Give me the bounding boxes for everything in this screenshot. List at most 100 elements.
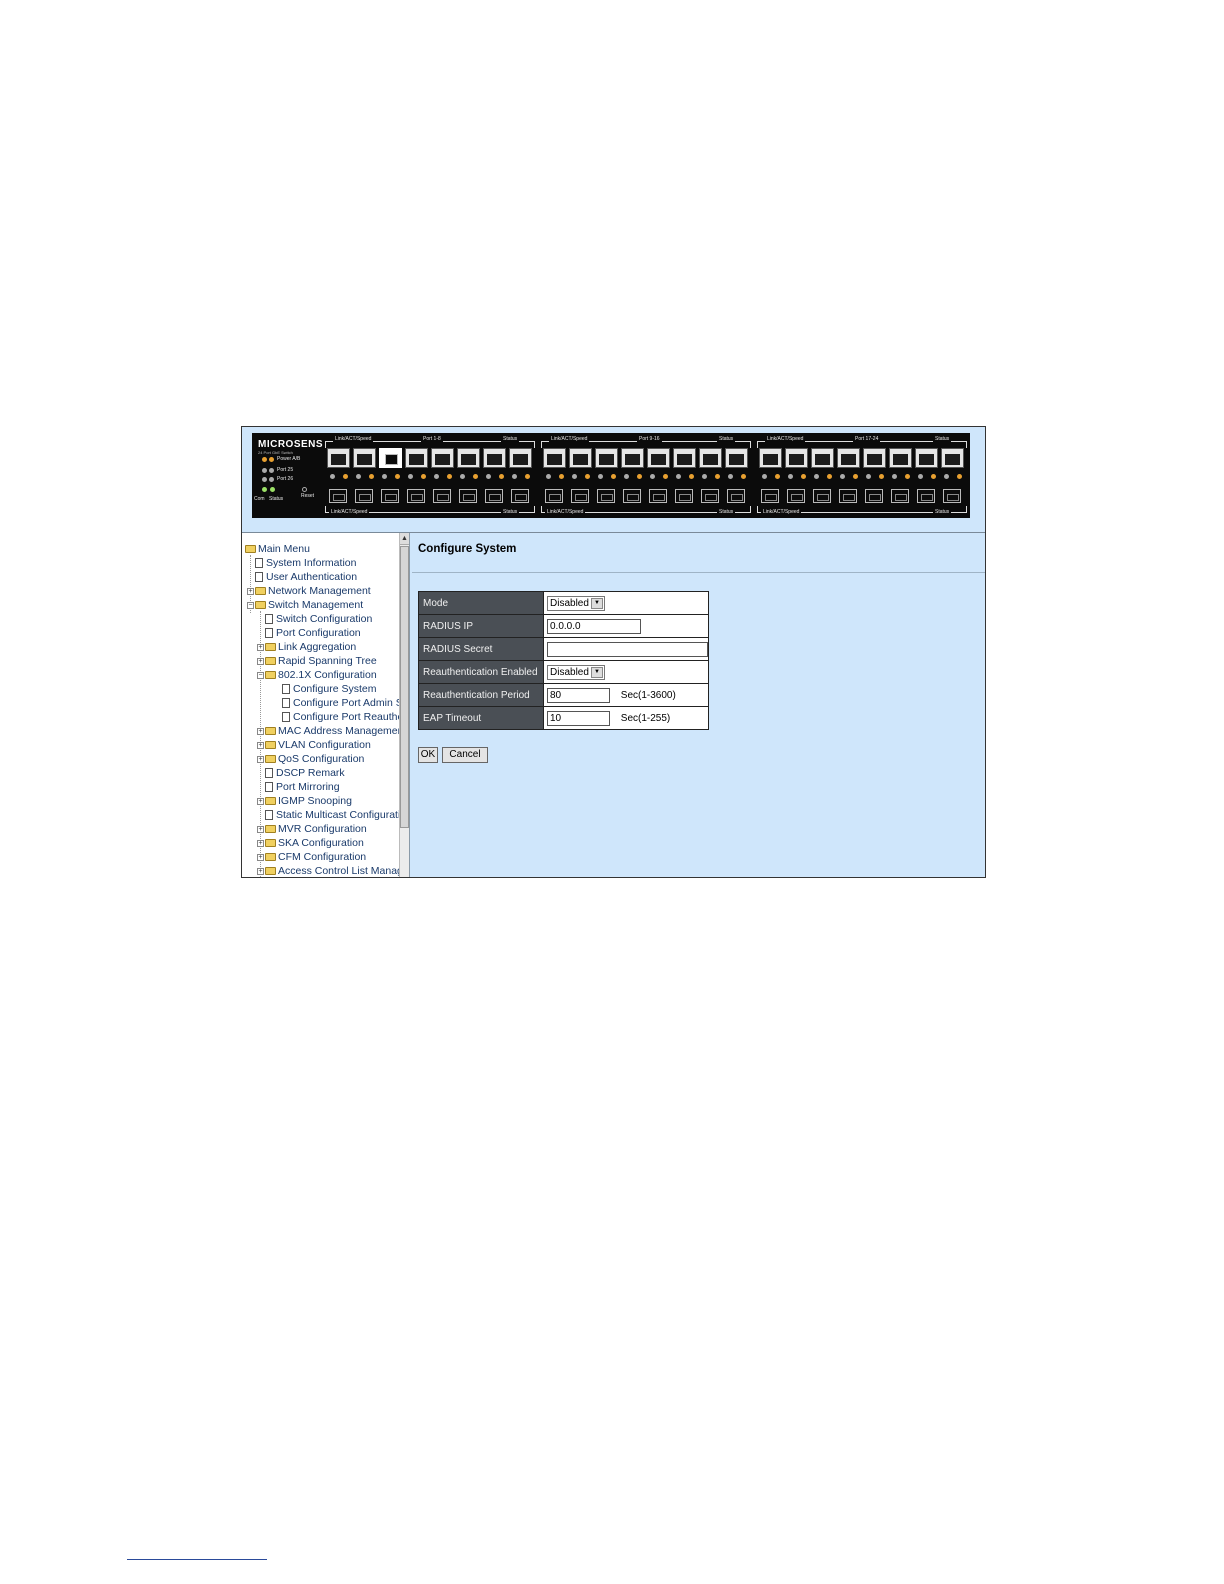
rj45-port[interactable] [725, 448, 748, 468]
sfp-port[interactable] [917, 489, 935, 503]
expand-icon[interactable]: + [257, 643, 264, 651]
sfp-port[interactable] [623, 489, 641, 503]
sidebar-item-system-information[interactable]: System Information [247, 556, 399, 570]
sidebar-item-network-management[interactable]: + Network Management [247, 584, 399, 598]
sfp-port[interactable] [813, 489, 831, 503]
reauth-period-input[interactable]: 80 [547, 687, 610, 703]
collapse-icon[interactable]: − [257, 671, 264, 679]
expand-icon[interactable]: + [257, 727, 264, 735]
collapse-icon[interactable]: − [247, 601, 254, 609]
radius-secret-input[interactable] [547, 641, 708, 657]
sidebar-item-static-multicast-configuratio[interactable]: Static Multicast Configuratio [257, 808, 399, 822]
reset-button[interactable] [302, 487, 307, 492]
port-led [559, 474, 564, 479]
sfp-port[interactable] [485, 489, 503, 503]
sidebar-item-configure-port-admin-sta[interactable]: Configure Port Admin Sta [274, 696, 399, 710]
sidebar-item-main-menu[interactable]: Main Menu [245, 542, 399, 556]
rj45-port[interactable] [673, 448, 696, 468]
expand-icon[interactable]: + [257, 825, 264, 833]
eap-timeout-input[interactable]: 10 [547, 710, 610, 726]
rj45-port[interactable] [889, 448, 912, 468]
sidebar-item-802-1x-configuration[interactable]: − 802.1X Configuration [257, 668, 399, 682]
rj45-port[interactable] [595, 448, 618, 468]
sidebar-item-user-authentication[interactable]: User Authentication [247, 570, 399, 584]
sfp-port[interactable] [381, 489, 399, 503]
rj45-port[interactable] [811, 448, 834, 468]
sidebar-item-switch-configuration[interactable]: Switch Configuration [257, 612, 399, 626]
rj45-port[interactable] [941, 448, 964, 468]
rj45-port[interactable] [483, 448, 506, 468]
rj45-port[interactable] [543, 448, 566, 468]
footnote-separator [127, 1559, 267, 1560]
rj45-port[interactable] [569, 448, 592, 468]
sidebar-item-configure-system[interactable]: Configure System [274, 682, 399, 696]
sidebar-item-dscp-remark[interactable]: DSCP Remark [257, 766, 399, 780]
sidebar-item-port-mirroring[interactable]: Port Mirroring [257, 780, 399, 794]
sfp-port[interactable] [433, 489, 451, 503]
sidebar-item-igmp-snooping[interactable]: + IGMP Snooping [257, 794, 399, 808]
sidebar-scrollbar[interactable]: ▲ [399, 533, 409, 877]
folder-icon [265, 755, 276, 764]
sfp-port[interactable] [943, 489, 961, 503]
sfp-port[interactable] [545, 489, 563, 503]
expand-icon[interactable]: + [257, 755, 264, 763]
sidebar-item-mvr-configuration[interactable]: + MVR Configuration [257, 822, 399, 836]
sfp-port[interactable] [701, 489, 719, 503]
rj45-port[interactable] [327, 448, 350, 468]
sidebar-item-configure-port-reauthent[interactable]: Configure Port Reauthent [274, 710, 399, 724]
sfp-port[interactable] [649, 489, 667, 503]
sfp-port[interactable] [675, 489, 693, 503]
sidebar-item-rapid-spanning-tree[interactable]: + Rapid Spanning Tree [257, 654, 399, 668]
rj45-port[interactable] [699, 448, 722, 468]
scroll-up-arrow-icon[interactable]: ▲ [400, 533, 409, 545]
rj45-port[interactable] [509, 448, 532, 468]
radius-ip-input[interactable]: 0.0.0.0 [547, 618, 641, 634]
expand-icon[interactable]: + [257, 797, 264, 805]
cancel-button[interactable]: Cancel [442, 747, 488, 763]
sfp-port[interactable] [355, 489, 373, 503]
sfp-port[interactable] [459, 489, 477, 503]
sidebar-item-mac-address-managemen[interactable]: + MAC Address Managemen [257, 724, 399, 738]
sidebar-item-cfm-configuration[interactable]: + CFM Configuration [257, 850, 399, 864]
expand-icon[interactable]: + [257, 741, 264, 749]
sidebar-item-access-control-list-manage[interactable]: + Access Control List Manage [257, 864, 399, 877]
sfp-port[interactable] [727, 489, 745, 503]
sidebar-item-switch-management[interactable]: − Switch Management [247, 598, 399, 612]
reauth-enabled-select[interactable]: Disabled ▼ [547, 664, 605, 680]
rj45-port[interactable] [837, 448, 860, 468]
rj45-port[interactable] [759, 448, 782, 468]
sfp-port[interactable] [839, 489, 857, 503]
rj45-port[interactable] [457, 448, 480, 468]
rj45-port[interactable] [405, 448, 428, 468]
rj45-port[interactable] [647, 448, 670, 468]
sfp-port[interactable] [787, 489, 805, 503]
sfp-port[interactable] [761, 489, 779, 503]
sfp-port[interactable] [891, 489, 909, 503]
ok-button[interactable]: OK [418, 747, 438, 763]
sidebar-item-qos-configuration[interactable]: + QoS Configuration [257, 752, 399, 766]
expand-icon[interactable]: + [257, 657, 264, 665]
rj45-port[interactable] [431, 448, 454, 468]
selected-port[interactable] [379, 448, 402, 468]
rj45-port[interactable] [863, 448, 886, 468]
rj45-port[interactable] [915, 448, 938, 468]
rj45-port[interactable] [353, 448, 376, 468]
sfp-port[interactable] [571, 489, 589, 503]
sfp-port[interactable] [329, 489, 347, 503]
sidebar-item-link-aggregation[interactable]: + Link Aggregation [257, 640, 399, 654]
expand-icon[interactable]: + [257, 867, 264, 875]
sidebar-item-port-configuration[interactable]: Port Configuration [257, 626, 399, 640]
sidebar-item-vlan-configuration[interactable]: + VLAN Configuration [257, 738, 399, 752]
expand-icon[interactable]: + [257, 839, 264, 847]
sfp-port[interactable] [511, 489, 529, 503]
sfp-port[interactable] [865, 489, 883, 503]
scrollbar-thumb[interactable] [400, 546, 409, 828]
rj45-port[interactable] [621, 448, 644, 468]
sfp-port[interactable] [597, 489, 615, 503]
sfp-port[interactable] [407, 489, 425, 503]
rj45-port[interactable] [785, 448, 808, 468]
expand-icon[interactable]: + [257, 853, 264, 861]
expand-icon[interactable]: + [247, 587, 254, 595]
mode-select[interactable]: Disabled ▼ [547, 595, 605, 611]
sidebar-item-ska-configuration[interactable]: + SKA Configuration [257, 836, 399, 850]
